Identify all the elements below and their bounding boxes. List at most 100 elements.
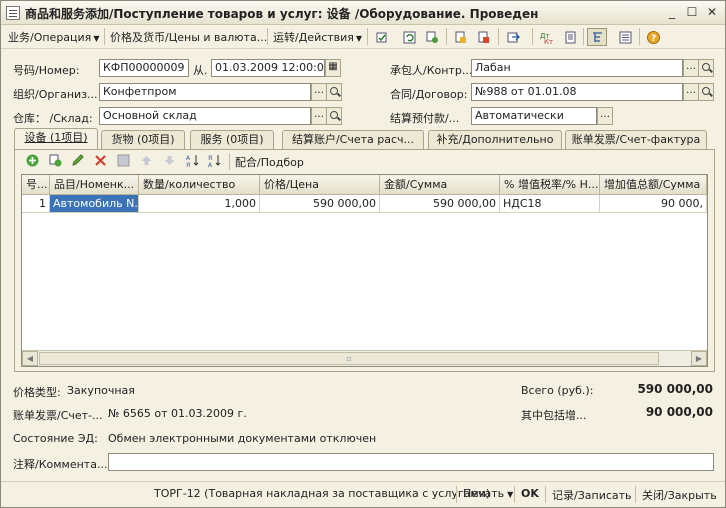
- invoice-link[interactable]: № 6565 от 01.03.2009 г.: [108, 407, 247, 420]
- post-icon[interactable]: [372, 28, 392, 46]
- list-icon[interactable]: [615, 28, 635, 46]
- maximize-icon[interactable]: ☐: [684, 5, 700, 20]
- contract-field[interactable]: №988 от 01.01.08: [471, 83, 683, 101]
- table-cell[interactable]: 90 000,: [600, 195, 707, 213]
- refresh-icon[interactable]: [399, 28, 419, 46]
- from-label: 从.: [193, 64, 208, 77]
- open-icon[interactable]: [698, 59, 714, 77]
- bottom-bar: ТОРГ-12 (Товарная накладная за поставщик…: [1, 481, 725, 507]
- table-cell[interactable]: 590 000,00: [260, 195, 380, 213]
- organization-field[interactable]: Конфетпром: [99, 83, 311, 101]
- tab-invoice[interactable]: 账单发票/Счет-фактура: [565, 130, 707, 149]
- warehouse-label: 仓库： /Склад:: [13, 112, 93, 125]
- tab-goods[interactable]: 货物 (0项目): [101, 130, 185, 149]
- add-icon[interactable]: [22, 151, 42, 169]
- save-row-icon[interactable]: [113, 151, 133, 169]
- column-header[interactable]: 品目/Номенк...: [50, 175, 139, 195]
- svg-text:?: ?: [651, 34, 656, 44]
- operation-menu[interactable]: 业务/Операция ▼: [8, 29, 99, 45]
- svg-text:Я: Я: [186, 162, 190, 167]
- warehouse-field[interactable]: Основной склад: [99, 107, 311, 125]
- select-button[interactable]: …: [311, 107, 327, 125]
- date-field[interactable]: 01.03.2009 12:00:02: [211, 59, 325, 77]
- table-cell[interactable]: 1: [22, 195, 50, 213]
- close-button[interactable]: 关闭/Закрыть: [642, 487, 717, 503]
- open-icon[interactable]: [698, 83, 714, 101]
- dt-kt-icon[interactable]: Дт Кт: [536, 28, 556, 46]
- svg-text:A: A: [208, 162, 213, 167]
- contractor-field[interactable]: Лабан: [471, 59, 683, 77]
- horizontal-scrollbar[interactable]: ◀ ▫ ▶: [22, 350, 707, 366]
- minimize-icon[interactable]: _: [664, 5, 680, 20]
- scroll-left-icon[interactable]: ◀: [22, 351, 38, 366]
- select-button[interactable]: …: [597, 107, 613, 125]
- vat-label: 其中包括增...: [521, 409, 587, 422]
- vat-value: 90 000,00: [645, 405, 713, 419]
- copy-icon[interactable]: [422, 28, 442, 46]
- number-field[interactable]: КФП00000009: [99, 59, 189, 77]
- table-cell[interactable]: 590 000,00: [380, 195, 500, 213]
- column-header[interactable]: 金额/Сумма: [380, 175, 500, 195]
- column-header[interactable]: 增加值总额/Сумма: [600, 175, 707, 195]
- edoc-label: Состояние ЭД:: [13, 432, 98, 445]
- tab-accounts[interactable]: 结算账户/Счета расч...: [282, 130, 424, 149]
- actions-menu[interactable]: 运转/Действия ▼: [273, 29, 362, 45]
- prepayment-label: 结算预付款/...: [390, 112, 460, 125]
- contractor-label: 承包人/Контр...: [390, 64, 473, 77]
- tab-services[interactable]: 服务 (0项目): [190, 130, 274, 149]
- scroll-right-icon[interactable]: ▶: [691, 351, 707, 366]
- document-icon: [6, 6, 20, 20]
- total-label: Всего (руб.):: [521, 384, 594, 397]
- comment-label: 注释/Коммента...: [13, 458, 108, 471]
- table-cell[interactable]: 1,000: [139, 195, 260, 213]
- goto-icon[interactable]: [503, 28, 523, 46]
- sort-descending-icon[interactable]: ЯA: [204, 151, 224, 169]
- edit-icon[interactable]: [67, 151, 87, 169]
- move-up-icon[interactable]: [136, 151, 156, 169]
- scroll-thumb[interactable]: ▫: [39, 352, 659, 365]
- column-header[interactable]: 价格/Цена: [260, 175, 380, 195]
- select-button[interactable]: …: [683, 59, 699, 77]
- calendar-icon[interactable]: ▦: [325, 59, 341, 77]
- prices-button[interactable]: 价格及货币/Цены и валюта...: [110, 29, 267, 45]
- edoc-status: Обмен электронными документами отключен: [108, 432, 377, 445]
- window-title: 商品和服务添加/Поступление товаров и услуг: 设备 …: [25, 7, 539, 21]
- move-down-icon[interactable]: [159, 151, 179, 169]
- open-icon[interactable]: [326, 83, 342, 101]
- command-bar: 业务/Операция ▼ 价格及货币/Цены и валюта... 运转/Д…: [1, 25, 725, 49]
- svg-text:Я: Я: [208, 155, 212, 162]
- pick-button[interactable]: 配合/Подбор: [235, 154, 304, 170]
- prepayment-field[interactable]: Автоматически: [471, 107, 597, 125]
- structure-icon[interactable]: [587, 28, 607, 46]
- column-header[interactable]: 号...: [22, 175, 50, 195]
- document-window: 商品和服务添加/Поступление товаров и услуг: 设备 …: [0, 0, 726, 508]
- document-delete-icon[interactable]: [473, 28, 493, 46]
- comment-field[interactable]: [108, 453, 714, 471]
- save-button[interactable]: 记录/Записать: [552, 487, 632, 503]
- select-button[interactable]: …: [683, 83, 699, 101]
- help-icon[interactable]: ?: [643, 28, 663, 46]
- contract-label: 合同/Договор:: [390, 88, 468, 101]
- svg-text:Кт: Кт: [544, 38, 553, 44]
- table-cell[interactable]: Автомобиль N...: [50, 195, 139, 213]
- column-header[interactable]: % 增值税率/% Н...: [500, 175, 600, 195]
- tab-additional[interactable]: 补充/Дополнительно: [428, 130, 562, 149]
- close-icon[interactable]: ✕: [704, 5, 720, 20]
- torg12-button[interactable]: ТОРГ-12 (Товарная накладная за поставщик…: [154, 487, 490, 500]
- delete-icon[interactable]: [90, 151, 110, 169]
- column-header[interactable]: 数量/количество: [139, 175, 260, 195]
- sort-ascending-icon[interactable]: AЯ: [182, 151, 202, 169]
- table-cell[interactable]: НДС18: [500, 195, 600, 213]
- tab-equipment[interactable]: 设备 (1项目): [14, 128, 98, 150]
- svg-text:A: A: [186, 155, 191, 162]
- journal-icon[interactable]: [560, 28, 580, 46]
- ok-button[interactable]: OK: [521, 487, 539, 500]
- open-icon[interactable]: [326, 107, 342, 125]
- total-value: 590 000,00: [637, 382, 713, 396]
- select-button[interactable]: …: [311, 83, 327, 101]
- price-type-link[interactable]: Закупочная: [67, 384, 135, 397]
- organization-label: 组织/Организ...: [13, 88, 98, 101]
- copy-row-icon[interactable]: [45, 151, 65, 169]
- print-menu[interactable]: Печать ▼: [463, 487, 513, 500]
- document-add-icon[interactable]: [450, 28, 470, 46]
